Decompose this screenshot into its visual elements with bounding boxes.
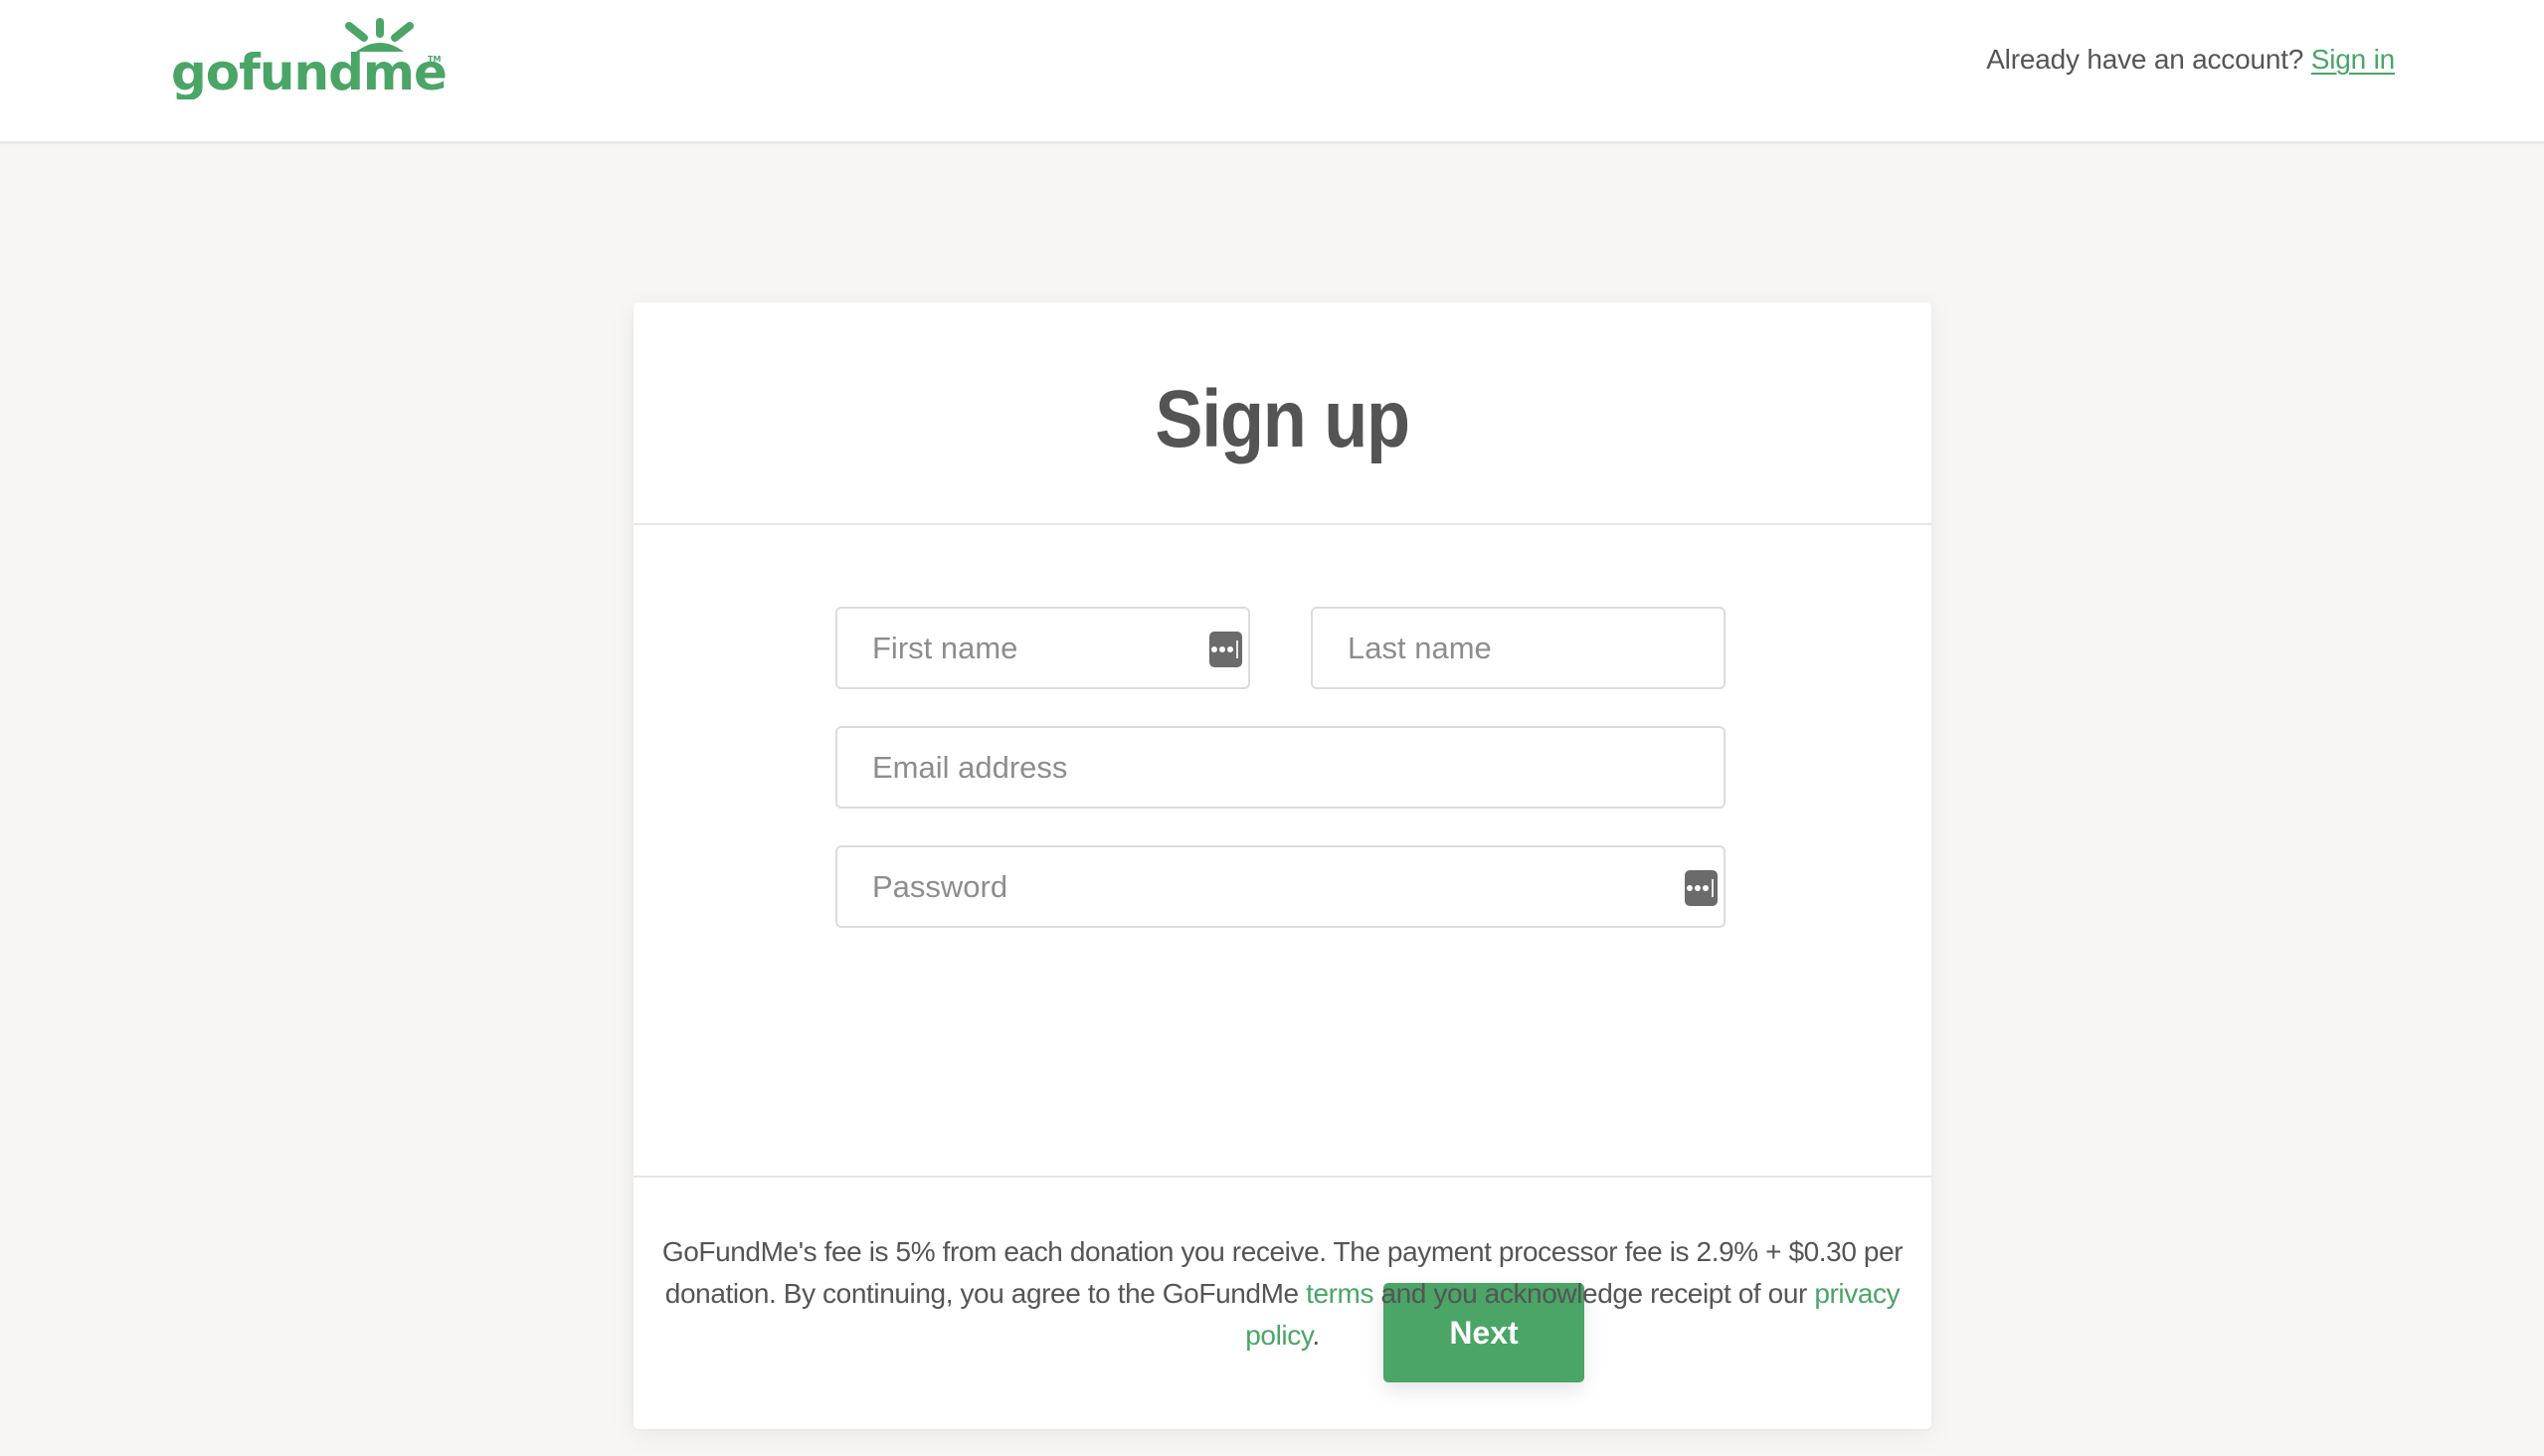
gofundme-logo-icon: gofundme TM (171, 18, 446, 99)
first-name-input[interactable] (837, 609, 1248, 687)
logo-trademark: TM (428, 55, 441, 64)
email-field[interactable] (835, 726, 1726, 809)
email-input[interactable] (837, 728, 1724, 807)
password-field[interactable] (835, 845, 1726, 928)
password-manager-key-icon[interactable] (1685, 870, 1718, 906)
sign-in-prompt-text: Already have an account? (1986, 44, 2304, 75)
fee-disclaimer-text-middle: and you acknowledge receipt of our (1373, 1277, 1815, 1309)
logo-wordmark: gofundme (171, 44, 446, 99)
sign-in-prompt: Already have an account? Sign in (1986, 44, 2395, 76)
first-name-field[interactable] (835, 607, 1250, 689)
signup-card: Sign up Next GoFundMe's fee is 5% from e… (634, 302, 1931, 1429)
password-manager-key-icon[interactable] (1209, 632, 1242, 667)
last-name-input[interactable] (1313, 609, 1724, 687)
card-footer: GoFundMe's fee is 5% from each donation … (634, 1176, 1931, 1429)
last-name-field[interactable] (1311, 607, 1726, 689)
page-title: Sign up (1155, 374, 1411, 464)
sign-in-link[interactable]: Sign in (2311, 44, 2395, 75)
fee-disclaimer-text-end: . (1312, 1319, 1320, 1351)
gofundme-logo[interactable]: gofundme TM (167, 16, 446, 99)
site-header: gofundme TM Already have an account? Sig… (0, 0, 2544, 144)
card-header: Sign up (634, 302, 1931, 525)
terms-link[interactable]: terms (1306, 1278, 1373, 1309)
fee-disclaimer: GoFundMe's fee is 5% from each donation … (656, 1231, 1909, 1357)
password-input[interactable] (837, 847, 1724, 926)
